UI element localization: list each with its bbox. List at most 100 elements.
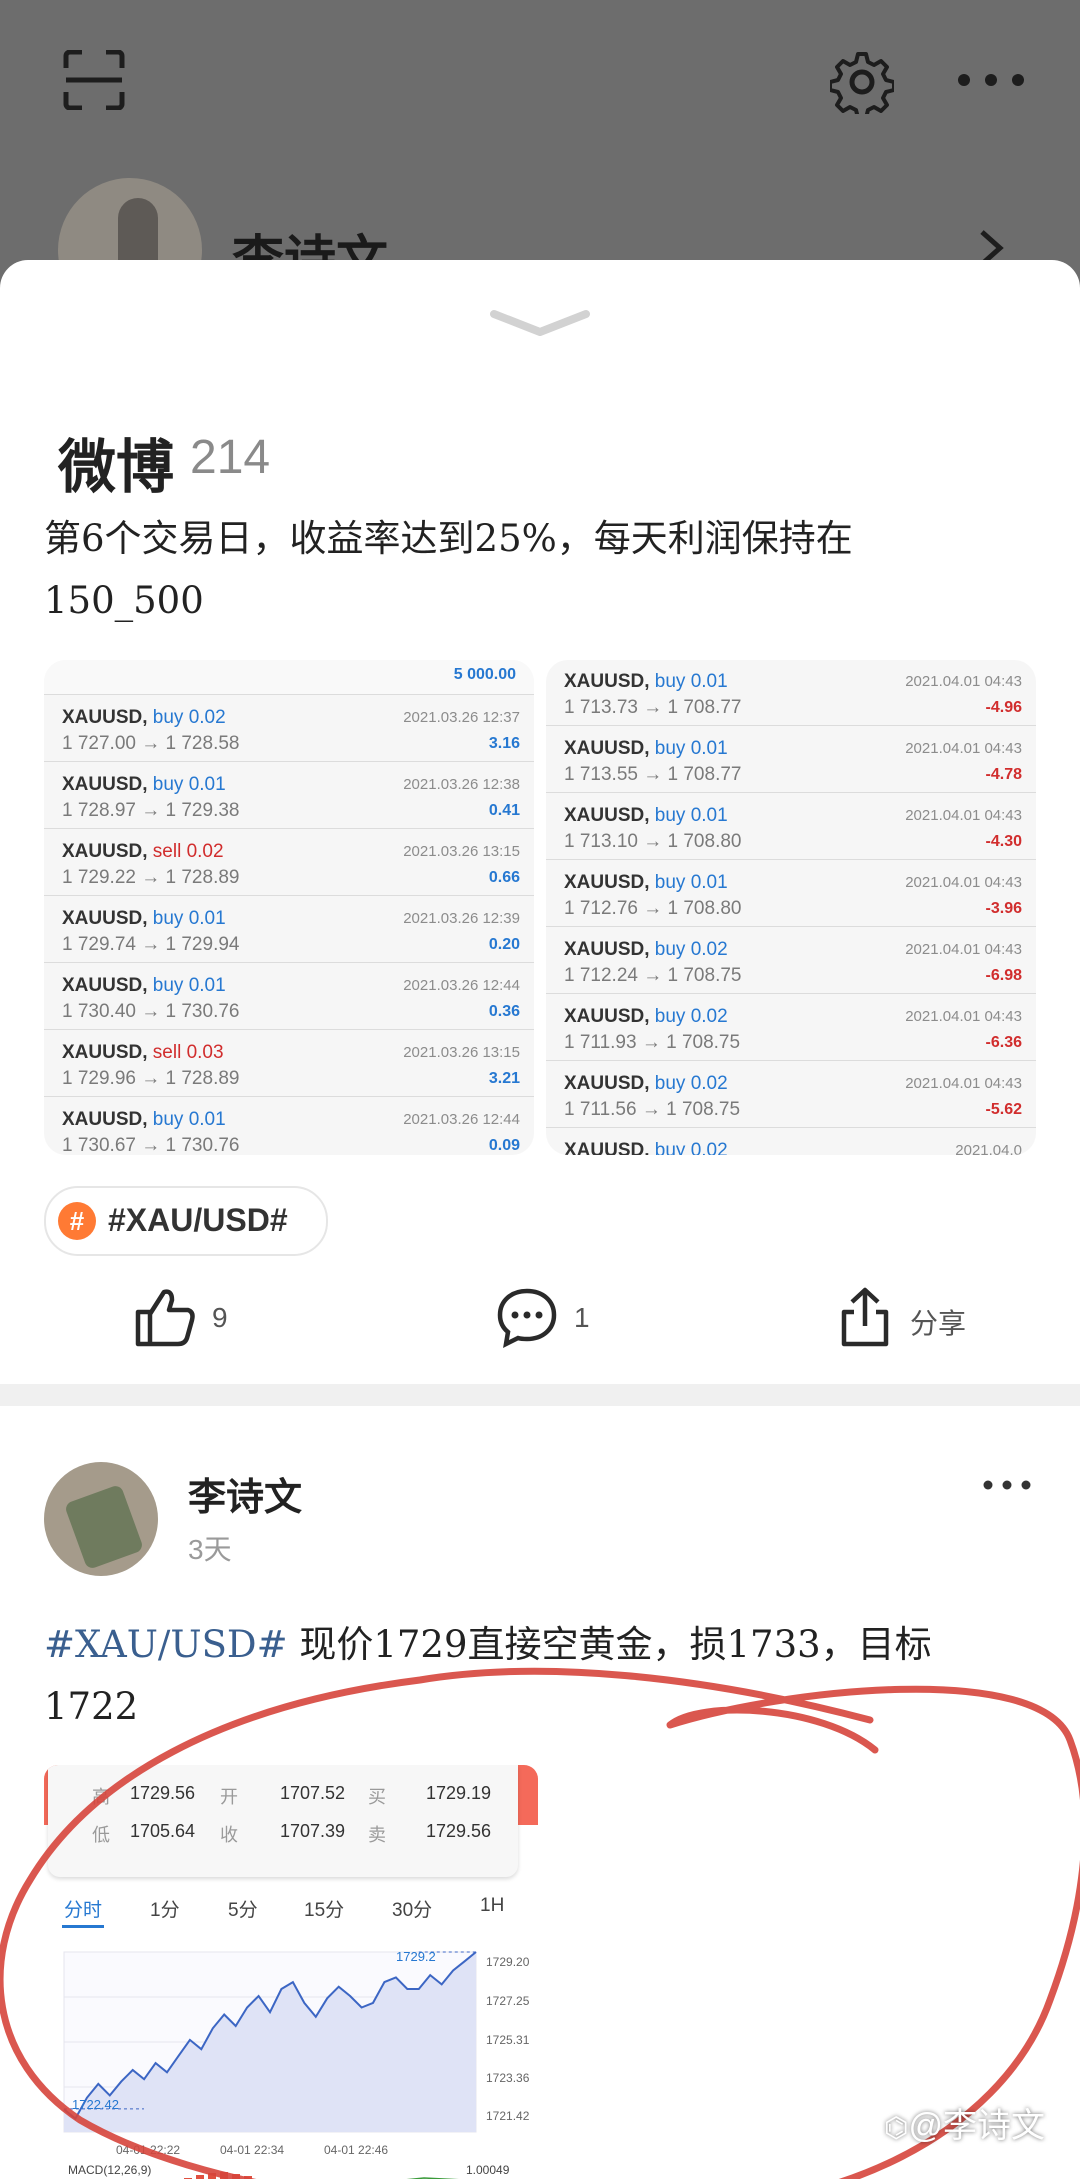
- trade-date: 2021.03.26 12:39: [403, 910, 520, 927]
- trade-price: 1 711.56 → 1 708.75: [564, 1099, 741, 1120]
- gear-icon[interactable]: [828, 50, 896, 120]
- trade-price: 1 727.00 → 1 728.58: [62, 733, 240, 754]
- trade-symbol: XAUUSD, buy 0.02: [564, 939, 728, 960]
- trade-pnl: 0.66: [488, 869, 520, 886]
- comment-icon: [496, 1286, 558, 1353]
- trade-pnl: 0.36: [488, 1003, 520, 1020]
- trade-symbol: XAUUSD, buy 0.01: [564, 805, 728, 826]
- section-title: 微博: [58, 435, 175, 500]
- trade-date: 2021.03.26 12:38: [403, 776, 520, 793]
- trade-price: 1 711.93 → 1 708.75: [564, 1032, 741, 1053]
- trade-list: XAUUSD, buy 0.01 1 713.73 → 1 708.77 2021.…: [546, 660, 1036, 1155]
- thumbs-up-icon: [134, 1286, 196, 1353]
- share-button[interactable]: 分享: [838, 1286, 988, 1350]
- post1-text-line2: 150_500: [44, 579, 204, 622]
- trade-row: XAUUSD, buy 0.02 1 711.93 → 1 708.75 2021.…: [546, 994, 1036, 1061]
- like-button[interactable]: 9: [134, 1286, 244, 1350]
- topic-tag-label: #XAU/USD#: [108, 1202, 288, 1238]
- trade-side: buy 0.01: [654, 738, 728, 759]
- trade-row: XAUUSD, buy 0.02 1 711.56 → 1 708.75 2021.…: [546, 1061, 1036, 1128]
- post1-text-line1: 第6个交易日，收益率达到25%，每天利润保持在: [44, 517, 853, 560]
- trade-pnl: 0.09: [488, 1137, 520, 1154]
- trade-price: 1 712.24 → 1 708.75: [564, 965, 742, 986]
- trade-screenshot-left[interactable]: 5 000.00 XAUUSD, buy 0.02 1 727.00 → 1 72…: [44, 660, 534, 1155]
- trade-row: XAUUSD, buy 0.01 1 713.55 → 1 708.77 2021.…: [546, 726, 1036, 793]
- trade-price: 1 713.55 → 1 708.77: [564, 764, 742, 785]
- trade-row: XAUUSD, buy 0.01 1 730.67 → 1 730.76 2021.…: [44, 1097, 534, 1155]
- watermark-text: @李诗文: [908, 2107, 1045, 2145]
- trade-screenshot-right[interactable]: XAUUSD, buy 0.01 1 713.73 → 1 708.77 2021.…: [546, 660, 1036, 1155]
- trade-pnl: -4.96: [985, 699, 1022, 716]
- trade-date: 2021.04.01 04:43: [905, 1008, 1022, 1025]
- trade-side: buy 0.01: [152, 1109, 226, 1130]
- trade-price: 1 729.96 → 1 728.89: [62, 1068, 240, 1089]
- trade-pnl: 0.41: [488, 802, 520, 819]
- trade-row: XAUUSD, buy 0.01 1 713.10 → 1 708.80 2021.…: [546, 793, 1036, 860]
- trade-row: XAUUSD, buy 0.01 1 730.40 → 1 730.76 2021.…: [44, 963, 534, 1030]
- trade-pnl: 3.21: [488, 1070, 520, 1087]
- trade-price: 1 713.73 → 1 708.77: [564, 697, 742, 718]
- trade-row: XAUUSD, sell 0.02 1 729.22 → 1 728.89 2021…: [44, 829, 534, 896]
- trade-date: 2021.04.01 04:43: [905, 740, 1022, 757]
- trade-price: 1 730.67 → 1 730.76: [62, 1135, 240, 1155]
- topic-tag[interactable]: # #XAU/USD#: [44, 1186, 328, 1256]
- trade-price: 1 712.76 → 1 708.80: [564, 898, 742, 919]
- trade-side: buy 0.01: [654, 671, 728, 692]
- trade-price: 1 729.74 → 1 729.94: [62, 934, 240, 955]
- more-icon[interactable]: [956, 70, 1026, 95]
- trade-side: buy 0.01: [152, 908, 226, 929]
- trade-date: 2021.03.26 12:44: [403, 977, 520, 994]
- trade-symbol: XAUUSD, buy 0.02: [564, 1073, 728, 1094]
- trade-pnl: -3.96: [985, 900, 1022, 917]
- trade-symbol: XAUUSD, buy 0.01: [62, 908, 226, 929]
- section-count: 214: [190, 431, 271, 484]
- share-label: 分享: [910, 1308, 967, 1339]
- watermark: ⌬@李诗文: [884, 2098, 1045, 2147]
- trade-row: XAUUSD, sell 0.03 1 729.96 → 1 728.89 2021…: [44, 1030, 534, 1097]
- trade-side: buy 0.02: [152, 707, 226, 728]
- share-icon: [838, 1286, 892, 1353]
- trade-side: buy 0.01: [654, 805, 728, 826]
- trade-symbol: XAUUSD, sell 0.02: [62, 841, 224, 862]
- trade-pnl: 3.16: [488, 735, 520, 752]
- hashtag-icon: #: [58, 1202, 96, 1240]
- trade-row: XAUUSD, buy 0.01 1 713.73 → 1 708.77 2021.…: [546, 660, 1036, 726]
- trade-price: 1 729.22 → 1 728.89: [62, 867, 240, 888]
- trade-date: 2021.04.01 04:43: [905, 673, 1022, 690]
- trade-price: 1 730.40 → 1 730.76: [62, 1001, 240, 1022]
- trade-price: 1 728.97 → 1 729.38: [62, 800, 240, 821]
- trade-row: XAUUSD, buy 0.02 1 712.24 → 1 708.75 2021.…: [546, 927, 1036, 994]
- trade-side: buy 0.01: [152, 975, 226, 996]
- trade-side: buy 0.02: [654, 1006, 728, 1027]
- trade-symbol: XAUUSD, buy 0.01: [62, 774, 226, 795]
- trade-symbol: XAUUSD, buy 0.02: [62, 707, 226, 728]
- trade-side: buy 0.01: [152, 774, 226, 795]
- trade-date: 2021.04.01 04:43: [905, 1075, 1022, 1092]
- trade-row: XAUUSD, buy 0.02 2021.04.0: [546, 1128, 1036, 1155]
- comment-button[interactable]: 1: [496, 1286, 606, 1350]
- trade-price: 1 713.10 → 1 708.80: [564, 831, 742, 852]
- trade-symbol: XAUUSD, sell 0.03: [62, 1042, 224, 1063]
- trade-row: XAUUSD, buy 0.02 1 727.00 → 1 728.58 2021.…: [44, 695, 534, 762]
- trade-pnl: -4.78: [985, 766, 1022, 783]
- weibo-logo-icon: ⌬: [884, 2112, 909, 2143]
- trade-symbol: XAUUSD, buy 0.01: [564, 872, 728, 893]
- trade-pnl: 0.20: [488, 936, 520, 953]
- trade-date: 2021.04.0: [955, 1142, 1022, 1155]
- trade-side: sell 0.03: [152, 1042, 224, 1063]
- trade-symbol: XAUUSD, buy 0.02: [564, 1140, 728, 1155]
- trade-date: 2021.04.01 04:43: [905, 941, 1022, 958]
- like-count: 9: [212, 1302, 228, 1333]
- trade-side: buy 0.02: [654, 1073, 728, 1094]
- trade-pnl: -4.30: [985, 833, 1022, 850]
- trade-symbol: XAUUSD, buy 0.01: [62, 1109, 226, 1130]
- trade-date: 2021.03.26 13:15: [403, 1044, 520, 1061]
- trade-side: sell 0.02: [152, 841, 224, 862]
- top-bar: 李诗文: [0, 0, 1080, 322]
- trade-row: XAUUSD, buy 0.01 1 712.76 → 1 708.80 2021.…: [546, 860, 1036, 927]
- collapse-chevron-icon[interactable]: [488, 308, 592, 343]
- comment-count: 1: [574, 1302, 590, 1333]
- trade-pnl: -6.36: [985, 1034, 1022, 1051]
- scan-icon[interactable]: [62, 49, 126, 115]
- trade-symbol: XAUUSD, buy 0.02: [564, 1006, 728, 1027]
